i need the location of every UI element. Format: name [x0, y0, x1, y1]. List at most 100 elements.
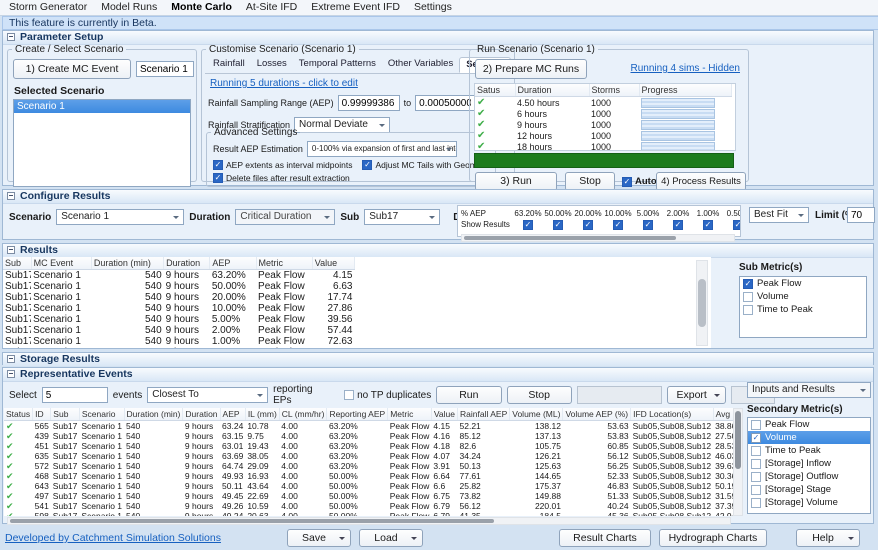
collapse-icon[interactable] — [7, 246, 15, 254]
show-results-checkbox[interactable]: ✓ — [663, 219, 693, 230]
save-button[interactable]: Save — [287, 529, 351, 547]
column-header-cl-mm-hr[interactable]: CL (mm/hr) — [279, 408, 327, 421]
rep-vertical-scrollbar[interactable] — [733, 408, 743, 516]
developer-link[interactable]: Developed by Catchment Simulation Soluti… — [5, 532, 221, 544]
scenario-list[interactable]: Scenario 1 — [13, 99, 191, 187]
tab-other-variables[interactable]: Other Variables — [382, 57, 459, 73]
rep-horizontal-scrollbar[interactable] — [7, 517, 731, 525]
column-header-storms[interactable]: Storms — [589, 84, 639, 97]
running-sims-link[interactable]: Running 4 sims - Hidden — [631, 63, 741, 74]
column-header-rainfall-aep[interactable]: Rainfall AEP — [458, 408, 510, 421]
closest-to-select[interactable]: Closest To — [147, 387, 268, 403]
secondary-metric-storage-inflow[interactable]: [Storage] Inflow — [748, 457, 870, 470]
show-results-checkbox[interactable]: ✓ — [543, 219, 573, 230]
show-results-checkbox[interactable]: ✓ — [633, 219, 663, 230]
results-header[interactable]: Results — [3, 244, 873, 258]
rep-stop-button[interactable]: Stop — [507, 386, 572, 404]
table-row[interactable]: ✔541Sub17Scenario 15409 hours49.2610.594… — [4, 501, 733, 511]
column-header-ifd-location-s[interactable]: IFD Location(s) — [631, 408, 713, 421]
column-header-progress[interactable]: Progress — [639, 84, 731, 97]
secondary-metric-storage-outflow[interactable]: [Storage] Outflow — [748, 470, 870, 483]
no-tp-duplicates-checkbox[interactable]: no TP duplicates — [344, 390, 431, 401]
collapse-icon[interactable] — [7, 33, 15, 41]
export-select[interactable]: Export — [667, 386, 727, 404]
table-row[interactable]: Sub17Scenario 15409 hours0.50%Peak Flow8… — [3, 347, 355, 348]
table-row[interactable]: ✔451Sub17Scenario 15409 hours63.0119.434… — [4, 441, 733, 451]
column-header-metric[interactable]: Metric — [256, 257, 312, 270]
column-header-id[interactable]: ID — [33, 408, 51, 421]
table-row[interactable]: ✔439Sub17Scenario 15409 hours63.159.754.… — [4, 431, 733, 441]
storage-results-header[interactable]: Storage Results — [3, 353, 873, 366]
column-header-volume-ml[interactable]: Volume (ML) — [510, 408, 563, 421]
column-header-duration-min[interactable]: Duration (min) — [124, 408, 183, 421]
table-row[interactable]: Sub17Scenario 15409 hours2.00%Peak Flow5… — [3, 325, 355, 336]
column-header-aep[interactable]: AEP — [220, 408, 245, 421]
best-fit-select[interactable]: Best Fit — [749, 207, 809, 223]
column-header-metric[interactable]: Metric — [388, 408, 432, 421]
rep-run-button[interactable]: Run — [436, 386, 501, 404]
sampling-to-input[interactable] — [415, 95, 475, 111]
aep-midpoints-checkbox[interactable]: ✓ AEP extents as interval midpoints — [213, 160, 352, 170]
result-charts-button[interactable]: Result Charts — [559, 529, 651, 547]
column-header-volume-aep[interactable]: Volume AEP (%) — [563, 408, 631, 421]
tab-losses[interactable]: Losses — [251, 57, 293, 73]
menu-item-extreme-event-ifd[interactable]: Extreme Event IFD — [305, 0, 406, 15]
table-row[interactable]: ✔497Sub17Scenario 15409 hours49.4522.694… — [4, 491, 733, 501]
scenario-list-item[interactable]: Scenario 1 — [14, 100, 190, 113]
table-row[interactable]: ✔643Sub17Scenario 15409 hours50.1143.644… — [4, 481, 733, 491]
metric-item-peak-flow[interactable]: ✓Peak Flow — [740, 277, 866, 290]
secondary-metric-peak-flow[interactable]: Peak Flow — [748, 418, 870, 431]
column-header-sub[interactable]: Sub — [3, 257, 31, 270]
durations-link[interactable]: Running 5 durations - click to edit — [210, 78, 508, 89]
table-row[interactable]: ✔9 hours1000 — [475, 119, 731, 130]
limit-input[interactable] — [847, 207, 875, 223]
show-results-checkbox[interactable]: ✓ — [573, 219, 603, 230]
select-count-input[interactable] — [42, 387, 108, 403]
secondary-metric-volume[interactable]: ✓Volume — [748, 431, 870, 444]
parameter-setup-header[interactable]: Parameter Setup — [3, 31, 873, 45]
aep-horizontal-scrollbar[interactable] — [461, 234, 735, 242]
table-row[interactable]: ✔572Sub17Scenario 15409 hours64.7429.094… — [4, 461, 733, 471]
table-row[interactable]: ✔598Sub17Scenario 15409 hours49.2420.634… — [4, 511, 733, 516]
collapse-icon[interactable] — [7, 192, 15, 200]
table-row[interactable]: Sub17Scenario 15409 hours50.00%Peak Flow… — [3, 281, 355, 292]
secondary-metric-storage-stage[interactable]: [Storage] Stage — [748, 483, 870, 496]
column-header-satus[interactable]: Satus — [475, 84, 515, 97]
secondary-metric-storage-volume[interactable]: [Storage] Volume — [748, 496, 870, 509]
tab-rainfall[interactable]: Rainfall — [207, 57, 251, 73]
collapse-icon[interactable] — [7, 370, 15, 378]
table-row[interactable]: Sub17Scenario 15409 hours1.00%Peak Flow7… — [3, 336, 355, 347]
prepare-mc-runs-button[interactable]: 2) Prepare MC Runs — [475, 59, 587, 79]
create-mc-event-button[interactable]: 1) Create MC Event — [13, 59, 131, 79]
table-row[interactable]: Sub17Scenario 15409 hours63.20%Peak Flow… — [3, 270, 355, 282]
aep-estimation-select[interactable]: 0-100% via expansion of first and last i… — [307, 141, 457, 157]
table-row[interactable]: ✔18 hours1000 — [475, 141, 731, 151]
representative-events-header[interactable]: Representative Events — [3, 368, 873, 382]
configure-results-header[interactable]: Configure Results — [3, 190, 873, 204]
show-results-checkbox[interactable]: ✓ — [603, 219, 633, 230]
delete-files-checkbox[interactable]: ✓ Delete files after result extraction — [213, 173, 350, 183]
column-header-scenario[interactable]: Scenario — [79, 408, 124, 421]
menu-item-monte-carlo[interactable]: Monte Carlo — [165, 0, 238, 15]
column-header-duration[interactable]: Duration — [164, 257, 210, 270]
menu-item-at-site-ifd[interactable]: At-Site IFD — [240, 0, 303, 15]
show-results-checkbox[interactable]: ✓ — [513, 219, 543, 230]
column-header-avg-depth-mm[interactable]: Avg Depth (mm) — [713, 408, 733, 421]
metric-item-volume[interactable]: Volume — [740, 290, 866, 303]
table-row[interactable]: ✔6 hours1000 — [475, 108, 731, 119]
help-button[interactable]: Help — [796, 529, 860, 547]
results-vertical-scrollbar[interactable] — [696, 260, 708, 346]
table-row[interactable]: ✔565Sub17Scenario 15409 hours63.2410.784… — [4, 421, 733, 432]
column-header-status[interactable]: Status — [4, 408, 33, 421]
table-row[interactable]: Sub17Scenario 15409 hours20.00%Peak Flow… — [3, 292, 355, 303]
secondary-metric-time-to-peak[interactable]: Time to Peak — [748, 444, 870, 457]
column-header-aep[interactable]: AEP — [210, 257, 256, 270]
show-results-checkbox[interactable]: ✓ — [723, 219, 740, 230]
column-header-value[interactable]: Value — [431, 408, 457, 421]
table-row[interactable]: Sub17Scenario 15409 hours10.00%Peak Flow… — [3, 303, 355, 314]
table-row[interactable]: Sub17Scenario 15409 hours5.00%Peak Flow3… — [3, 314, 355, 325]
collapse-icon[interactable] — [7, 355, 15, 363]
column-header-value[interactable]: Value — [312, 257, 354, 270]
show-results-checkbox[interactable]: ✓ — [693, 219, 723, 230]
menu-item-settings[interactable]: Settings — [408, 0, 458, 15]
